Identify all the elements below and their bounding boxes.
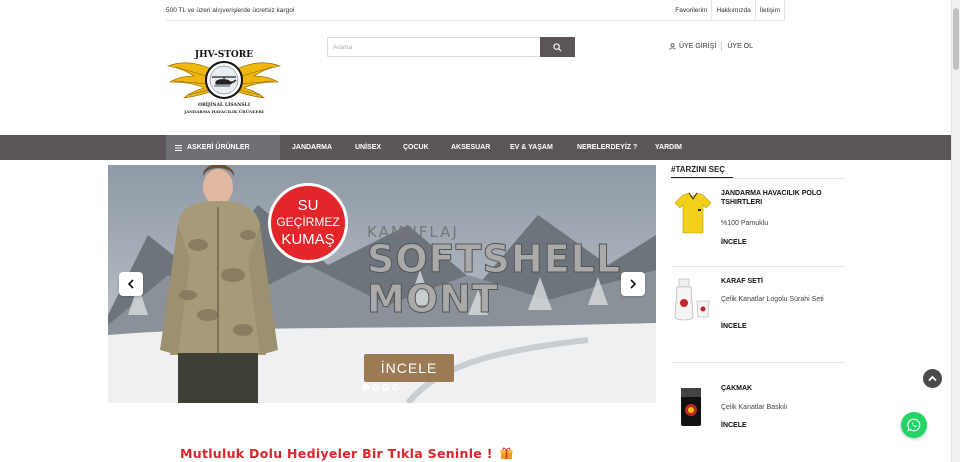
- slider-dot-1[interactable]: [362, 384, 369, 391]
- slide-title-line2: MONT: [366, 277, 499, 321]
- slider-dots: [362, 384, 399, 391]
- top-links: Favorilerim Hakkımızda İletişim: [671, 0, 785, 21]
- account-links: ÜYE GİRİŞİ ÜYE OL: [669, 42, 753, 51]
- product-card[interactable]: KARAF SETİ Çelik Kanatlar Logolu Sürahi …: [671, 277, 845, 375]
- whatsapp-icon: [907, 418, 921, 432]
- style-picks-heading: #TARZINI SEÇ: [671, 165, 733, 179]
- whatsapp-button[interactable]: [901, 412, 927, 438]
- product-desc: Çelik Kanatlar Logolu Sürahi Seti: [721, 296, 824, 303]
- search-icon: [553, 42, 562, 51]
- nav-unisex[interactable]: UNİSEX: [355, 135, 381, 160]
- search-bar: [327, 37, 575, 57]
- chevron-left-icon: [127, 279, 134, 289]
- slider-prev-button[interactable]: [119, 272, 143, 296]
- nav-ev-yasam[interactable]: EV & YAŞAM: [510, 135, 553, 160]
- chevron-right-icon: [630, 279, 637, 289]
- badge-line2: GEÇİRMEZ: [276, 215, 340, 229]
- chevron-up-icon: [928, 375, 937, 382]
- product-more-link[interactable]: İNCELE: [721, 239, 747, 246]
- gift-heading-text: Mutluluk Dolu Hediyeler Bir Tıkla Seninl…: [180, 446, 493, 461]
- main-nav: ASKERİ ÜRÜNLER JANDARMA UNİSEX ÇOCUK AKS…: [0, 135, 951, 160]
- nav-military-products[interactable]: ASKERİ ÜRÜNLER: [166, 135, 280, 160]
- style-picks: #TARZINI SEÇ JANDARMA HAVACILIK POLO TSH…: [671, 165, 845, 429]
- hero-slider[interactable]: SU GEÇİRMEZ KUMAŞ KAMUFLAJ SOFTSHELL MON…: [108, 165, 656, 403]
- slide-title: SOFTSHELL MONT: [366, 237, 622, 321]
- polo-shirt-image: [674, 192, 712, 234]
- page-scrollbar[interactable]: [951, 0, 960, 462]
- free-shipping-promo: 500 TL ve üzeri alışverişlerde ücretsiz …: [166, 7, 295, 14]
- slider-dot-4[interactable]: [392, 384, 399, 391]
- badge-line1: SU: [297, 197, 319, 214]
- slider-next-button[interactable]: [621, 272, 645, 296]
- lighter-image: [681, 388, 701, 426]
- product-desc: %100 Pamuklu: [721, 220, 769, 227]
- nav-military-label: ASKERİ ÜRÜNLER: [187, 144, 250, 151]
- about-link[interactable]: Hakkımızda: [711, 0, 754, 21]
- product-card[interactable]: ÇAKMAK Çelik Kanatlar Baskılı İNCELE: [671, 384, 845, 462]
- product-more-link[interactable]: İNCELE: [721, 323, 747, 330]
- product-name: JANDARMA HAVACILIK POLO TSHIRTLERI: [721, 190, 822, 206]
- slide-title-line1: SOFTSHELL: [366, 237, 622, 281]
- waterproof-badge: SU GEÇİRMEZ KUMAŞ: [268, 183, 348, 263]
- nav-aksesuar[interactable]: AKSESUAR: [451, 135, 490, 160]
- product-desc: Çelik Kanatlar Baskılı: [721, 404, 788, 411]
- nav-yardim[interactable]: YARDIM: [655, 135, 682, 160]
- top-bar: 500 TL ve üzeri alışverişlerde ücretsiz …: [166, 0, 785, 21]
- favorites-link[interactable]: Favorilerim: [671, 0, 711, 21]
- register-link[interactable]: ÜYE OL: [727, 43, 753, 50]
- nav-cocuk[interactable]: ÇOCUK: [403, 135, 429, 160]
- logo-brand-text: JHV-STORE: [194, 50, 253, 60]
- menu-icon: [175, 144, 182, 151]
- logo-line1: ORİJİNAL LİSANSLI: [198, 101, 250, 108]
- badge-line3: KUMAŞ: [281, 231, 335, 248]
- nav-jandarma[interactable]: JANDARMA: [292, 135, 332, 160]
- slider-dot-3[interactable]: [382, 384, 389, 391]
- logo-line2: JANDARMA HAVACILIK ÜRÜNLERİ: [183, 109, 264, 114]
- product-more-link[interactable]: İNCELE: [721, 422, 747, 429]
- search-button[interactable]: [540, 37, 575, 57]
- contact-link[interactable]: İletişim: [754, 0, 785, 21]
- user-icon: [669, 43, 676, 50]
- scrollbar-thumb[interactable]: [953, 8, 959, 70]
- product-divider: [671, 362, 845, 363]
- login-link[interactable]: ÜYE GİRİŞİ: [669, 43, 716, 50]
- gift-icon: [500, 447, 513, 459]
- scroll-to-top-button[interactable]: [923, 369, 942, 388]
- account-separator: [721, 42, 723, 51]
- slide-cta-button[interactable]: İNCELE: [364, 354, 454, 382]
- gift-heading: Mutluluk Dolu Hediyeler Bir Tıkla Seninl…: [180, 446, 513, 461]
- product-divider: [671, 266, 845, 267]
- heading-divider: [671, 178, 845, 179]
- carafe-set-image: [674, 278, 710, 321]
- search-input[interactable]: [327, 37, 540, 57]
- product-name: KARAF SETİ: [721, 278, 763, 285]
- slider-dot-2[interactable]: [372, 384, 379, 391]
- store-logo[interactable]: JHV-STORE ORİJİNAL LİSANSLI JANDARMA HAV…: [166, 40, 282, 120]
- product-name: ÇAKMAK: [721, 385, 753, 392]
- login-label: ÜYE GİRİŞİ: [679, 43, 717, 50]
- nav-nerelerdeyiz[interactable]: NERELERDEYİZ ?: [577, 135, 637, 160]
- product-card[interactable]: JANDARMA HAVACILIK POLO TSHIRTLERI %100 …: [671, 189, 845, 287]
